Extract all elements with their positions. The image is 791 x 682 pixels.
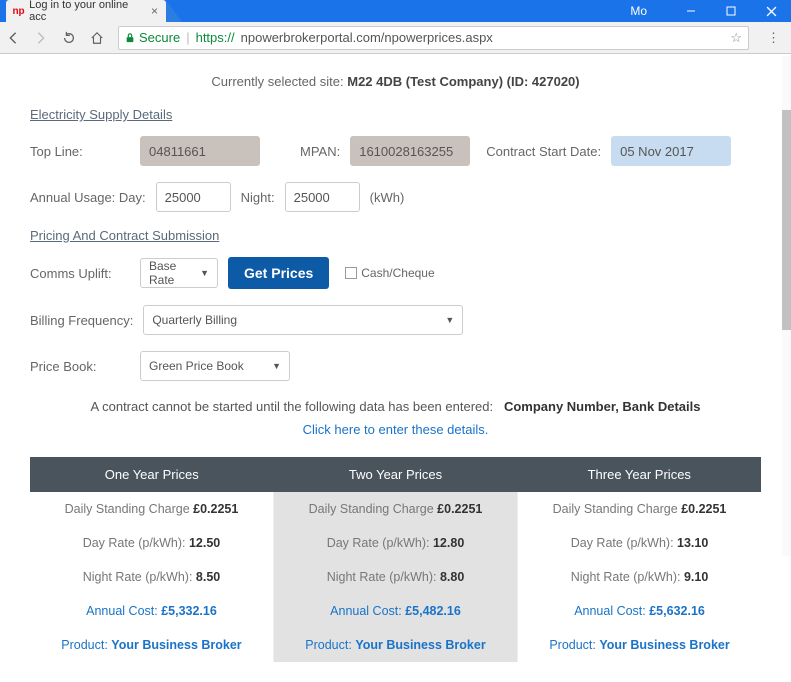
tab-close-icon[interactable]: × [151, 4, 158, 18]
price-table-row: Night Rate (p/kWh): 8.50Night Rate (p/kW… [30, 560, 761, 594]
price-book-value: Green Price Book [149, 359, 244, 373]
secure-label: Secure [139, 30, 180, 45]
price-table-row: Daily Standing Charge £0.2251Daily Stand… [30, 492, 761, 526]
chevron-down-icon: ▼ [272, 361, 281, 371]
mpan-input[interactable] [350, 136, 470, 166]
warning-strong: Company Number, Bank Details [504, 399, 701, 414]
price-table-cell: Night Rate (p/kWh): 9.10 [518, 560, 761, 594]
price-book-select[interactable]: Green Price Book ▼ [140, 351, 290, 381]
price-table-cell: Night Rate (p/kWh): 8.80 [273, 560, 517, 594]
selected-site-banner: Currently selected site: M22 4DB (Test C… [30, 74, 761, 89]
enter-details-link[interactable]: Click here to enter these details. [303, 422, 489, 437]
price-table-header: One Year Prices [30, 457, 273, 492]
tab-shape [166, 0, 182, 22]
lock-icon [125, 33, 135, 43]
price-table-cell[interactable]: Annual Cost: £5,632.16 [518, 594, 761, 628]
kwh-unit: (kWh) [370, 190, 405, 205]
row-billing-frequency: Billing Frequency: Quarterly Billing ▼ [30, 305, 761, 335]
chevron-down-icon: ▼ [445, 315, 454, 325]
browser-tab[interactable]: np Log in to your online acc × [6, 0, 166, 22]
browser-title-bar: np Log in to your online acc × Mo [0, 0, 791, 22]
top-line-input[interactable] [140, 136, 260, 166]
window-user[interactable]: Mo [630, 4, 647, 18]
scrollbar-thumb[interactable] [782, 110, 791, 330]
comms-uplift-label: Comms Uplift: [30, 266, 130, 281]
price-table-cell: Daily Standing Charge £0.2251 [30, 492, 273, 526]
bookmark-star-icon[interactable]: ☆ [730, 30, 742, 46]
price-table-cell: Daily Standing Charge £0.2251 [273, 492, 517, 526]
price-table-cell[interactable]: Product: Your Business Broker [518, 628, 761, 662]
url-protocol: https:// [196, 30, 235, 45]
chevron-down-icon: ▼ [200, 268, 209, 278]
cash-cheque-checkbox[interactable] [345, 267, 357, 279]
price-table-header: Two Year Prices [273, 457, 517, 492]
night-label: Night: [241, 190, 275, 205]
price-table-row: Product: Your Business BrokerProduct: Yo… [30, 628, 761, 662]
section-heading-pricing: Pricing And Contract Submission [30, 228, 761, 243]
menu-dots-icon[interactable]: ⋮ [767, 30, 779, 46]
day-usage-input[interactable] [156, 182, 231, 212]
mpan-label: MPAN: [300, 144, 340, 159]
contract-warning: A contract cannot be started until the f… [30, 399, 761, 414]
billing-freq-select[interactable]: Quarterly Billing ▼ [143, 305, 463, 335]
back-icon[interactable] [6, 31, 22, 45]
contract-start-label: Contract Start Date: [486, 144, 601, 159]
address-bar[interactable]: Secure | https://npowerbrokerportal.com/… [118, 26, 749, 50]
reload-icon[interactable] [62, 31, 78, 45]
price-table-row: Day Rate (p/kWh): 12.50Day Rate (p/kWh):… [30, 526, 761, 560]
price-table-cell[interactable]: Product: Your Business Broker [273, 628, 517, 662]
forward-icon[interactable] [34, 31, 50, 45]
warning-text: A contract cannot be started until the f… [91, 399, 494, 414]
home-icon[interactable] [90, 31, 106, 45]
top-line-label: Top Line: [30, 144, 130, 159]
price-table-row: Annual Cost: £5,332.16Annual Cost: £5,48… [30, 594, 761, 628]
get-prices-button[interactable]: Get Prices [228, 257, 329, 289]
price-book-label: Price Book: [30, 359, 130, 374]
minimize-icon[interactable] [671, 0, 711, 22]
row-price-book: Price Book: Green Price Book ▼ [30, 351, 761, 381]
annual-usage-label: Annual Usage: Day: [30, 190, 146, 205]
cash-cheque-label: Cash/Cheque [361, 266, 434, 280]
scrollbar-track[interactable] [782, 56, 791, 556]
tab-title: Log in to your online acc [29, 0, 141, 23]
page-content: Currently selected site: M22 4DB (Test C… [0, 54, 791, 682]
row-top-line: Top Line: MPAN: Contract Start Date: [30, 136, 761, 166]
billing-freq-value: Quarterly Billing [152, 313, 237, 327]
close-window-icon[interactable] [751, 0, 791, 22]
contract-start-input[interactable] [611, 136, 731, 166]
maximize-icon[interactable] [711, 0, 751, 22]
price-table-header: Three Year Prices [518, 457, 761, 492]
row-annual-usage: Annual Usage: Day: Night: (kWh) [30, 182, 761, 212]
browser-toolbar: Secure | https://npowerbrokerportal.com/… [0, 22, 791, 54]
comms-uplift-value: Base Rate [149, 259, 195, 287]
row-comms-uplift: Comms Uplift: Base Rate ▼ Get Prices Cas… [30, 257, 761, 289]
url-path: npowerbrokerportal.com/npowerprices.aspx [241, 30, 493, 45]
price-table-cell: Day Rate (p/kWh): 13.10 [518, 526, 761, 560]
price-table-cell[interactable]: Annual Cost: £5,482.16 [273, 594, 517, 628]
price-table-cell: Day Rate (p/kWh): 12.80 [273, 526, 517, 560]
section-heading-supply: Electricity Supply Details [30, 107, 761, 122]
favicon-icon: np [12, 4, 25, 18]
secure-indicator: Secure [125, 30, 180, 45]
price-table-cell[interactable]: Product: Your Business Broker [30, 628, 273, 662]
price-table-cell: Daily Standing Charge £0.2251 [518, 492, 761, 526]
night-usage-input[interactable] [285, 182, 360, 212]
price-table-cell[interactable]: Annual Cost: £5,332.16 [30, 594, 273, 628]
selected-site-value: M22 4DB (Test Company) (ID: 427020) [347, 74, 579, 89]
billing-freq-label: Billing Frequency: [30, 313, 133, 328]
price-table-cell: Night Rate (p/kWh): 8.50 [30, 560, 273, 594]
selected-site-label: Currently selected site: [211, 74, 343, 89]
price-table: One Year PricesTwo Year PricesThree Year… [30, 457, 761, 662]
comms-uplift-select[interactable]: Base Rate ▼ [140, 258, 218, 288]
price-table-cell: Day Rate (p/kWh): 12.50 [30, 526, 273, 560]
